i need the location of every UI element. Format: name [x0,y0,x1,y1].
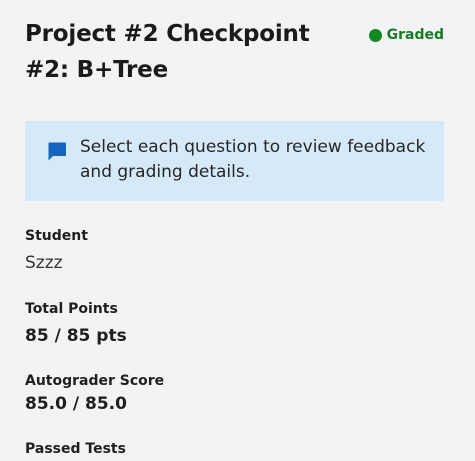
autograder-score-label: Autograder Score [25,373,165,389]
student-label: Student [25,228,88,244]
student-value: Szzz [25,253,63,273]
total-points-value: 85 / 85 pts [25,326,127,346]
info-notice: Select each question to review feedback … [25,121,444,201]
status-dot-icon [368,28,382,42]
passed-tests-label: Passed Tests [25,441,126,457]
autograder-score-value: 85.0 / 85.0 [25,394,127,414]
total-points-label: Total Points [25,301,118,317]
message-icon [46,141,67,162]
page-title: Project #2 Checkpoint #2: B+Tree [25,21,310,83]
notice-text: Select each question to review feedback … [80,137,426,182]
status-label: Graded [386,27,444,43]
status-badge: Graded [368,27,444,43]
